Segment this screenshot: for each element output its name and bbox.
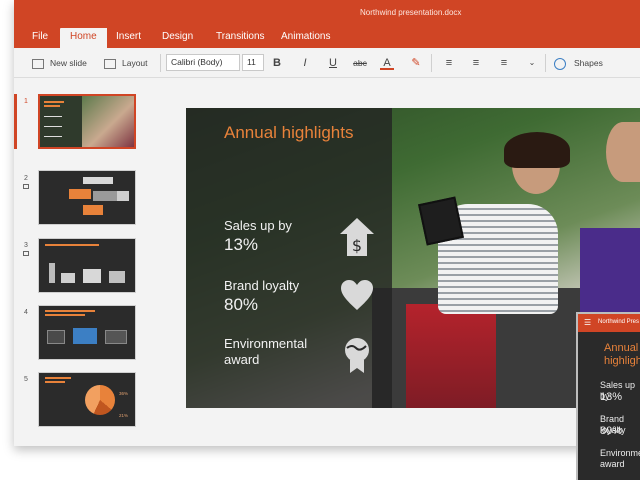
- slide-thumbnail-4[interactable]: [38, 305, 136, 360]
- ribbon-divider: [545, 54, 546, 72]
- phone-item-value: 80%: [600, 425, 623, 437]
- layout-label: Layout: [122, 58, 148, 68]
- phone-item-value: 13%: [600, 391, 623, 403]
- document-title: Northwind presentation.docx: [360, 8, 462, 17]
- phone-preview: ☰ Northwind Pres Annual highlights Sales…: [576, 312, 640, 480]
- comment-icon: [23, 184, 29, 189]
- thumbnail-label: 21%: [119, 413, 129, 418]
- stage: Northwind presentation.docx File Home In…: [0, 0, 640, 480]
- thumbnail-number: 2: [24, 175, 28, 182]
- skirt-shape: [406, 304, 496, 408]
- slide-item-label[interactable]: Brand loyalty: [224, 278, 299, 294]
- shapes-button[interactable]: Shapes: [554, 55, 603, 71]
- underline-button[interactable]: U: [326, 55, 340, 71]
- slide-item-value[interactable]: 80%: [224, 295, 258, 315]
- hamburger-menu-icon[interactable]: ☰: [584, 319, 591, 327]
- new-slide-icon: [32, 58, 44, 69]
- tab-home[interactable]: Home: [60, 28, 107, 48]
- slide-thumbnail-3[interactable]: [38, 238, 136, 293]
- slide-item-label[interactable]: Environmental award: [224, 336, 334, 368]
- heart-icon: [340, 280, 374, 312]
- ribbon-divider: [160, 54, 161, 72]
- slide-thumbnail-1[interactable]: [38, 94, 136, 149]
- title-bar: Northwind presentation.docx File Home In…: [14, 0, 640, 48]
- font-name-select[interactable]: Calibri (Body): [166, 54, 240, 71]
- slide-item-value[interactable]: 13%: [224, 235, 258, 255]
- slide-thumbnail-5[interactable]: 36% 21%: [38, 372, 136, 427]
- chevron-down-icon[interactable]: ⌄: [525, 55, 539, 71]
- thumbnail-label: 36%: [119, 391, 129, 396]
- layout-icon: [104, 58, 116, 69]
- hair-shape: [504, 132, 570, 168]
- globe-award-icon: [342, 336, 372, 374]
- tab-insert[interactable]: Insert: [116, 28, 141, 48]
- phone-item-label: Environmental award: [600, 448, 640, 469]
- thumbnail-number: 1: [24, 98, 28, 105]
- ribbon-divider: [431, 54, 432, 72]
- phone-app-bar: ☰ Northwind Pres: [578, 314, 640, 332]
- bullets-icon[interactable]: ≡: [442, 55, 456, 71]
- highlight-icon[interactable]: ✎: [409, 55, 423, 71]
- slide-title[interactable]: Annual highlights: [224, 122, 354, 144]
- align-icon[interactable]: ≡: [497, 55, 511, 71]
- font-size-select[interactable]: 11: [242, 54, 264, 71]
- tab-design[interactable]: Design: [162, 28, 193, 48]
- ribbon: New slide Layout Calibri (Body) 11 B I U…: [14, 48, 640, 78]
- thumbnail-number: 3: [24, 242, 28, 249]
- bold-button[interactable]: B: [270, 55, 284, 71]
- slide-thumbnail-2[interactable]: [38, 170, 136, 225]
- tab-transitions[interactable]: Transitions: [216, 28, 265, 48]
- slide-canvas[interactable]: Annual highlights Sales up by 13% $ Bran…: [186, 108, 640, 408]
- second-person-face-shape: [606, 122, 640, 182]
- layout-button[interactable]: Layout: [104, 55, 148, 71]
- active-slide-indicator: [14, 94, 17, 149]
- tab-file[interactable]: File: [32, 28, 48, 48]
- italic-button[interactable]: I: [298, 55, 312, 71]
- phone-app-title: Northwind Pres: [598, 319, 640, 325]
- strikethrough-button[interactable]: abc: [350, 55, 370, 71]
- font-color-button[interactable]: A: [380, 55, 394, 70]
- tab-animations[interactable]: Animations: [281, 28, 330, 48]
- thumbnail-number: 5: [24, 376, 28, 383]
- thumbnail-number: 4: [24, 309, 28, 316]
- comment-icon: [23, 251, 29, 256]
- svg-text:$: $: [352, 236, 362, 255]
- numbering-icon[interactable]: ≡: [469, 55, 483, 71]
- new-slide-button[interactable]: New slide: [32, 55, 87, 71]
- shapes-label: Shapes: [574, 58, 603, 68]
- house-dollar-icon: $: [338, 216, 376, 258]
- shapes-icon: [554, 57, 566, 70]
- slide-thumbnails-pane: 1 2 3 4 5 36% 21%: [14, 78, 154, 446]
- new-slide-label: New slide: [50, 58, 87, 68]
- phone-slide-title: Annual highlights: [604, 342, 640, 367]
- slide-item-label[interactable]: Sales up by: [224, 218, 292, 234]
